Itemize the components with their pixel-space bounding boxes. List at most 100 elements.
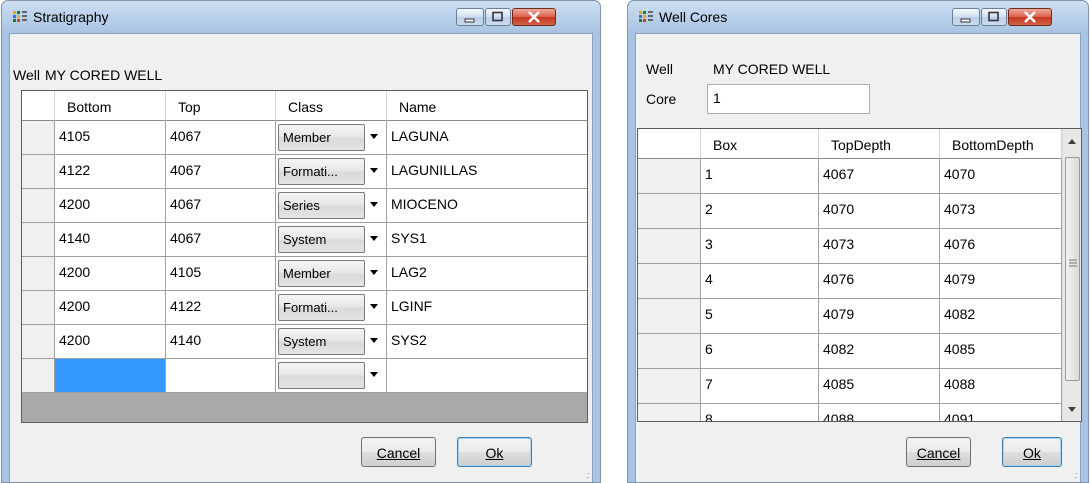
column-header-box[interactable]: Box <box>701 129 819 159</box>
class-dropdown[interactable]: Member <box>278 260 365 287</box>
row-header[interactable] <box>638 404 701 421</box>
table-row[interactable]: 4122 4067 Formati... LAGUNILLAS <box>22 155 587 189</box>
class-dropdown[interactable]: Formati... <box>278 294 365 321</box>
bottom-cell[interactable]: 4200 <box>55 189 166 223</box>
minimize-button[interactable] <box>456 8 484 26</box>
name-cell[interactable]: SYS1 <box>387 223 587 257</box>
table-row[interactable]: 8 4088 4091 <box>638 404 1062 421</box>
topdepth-cell[interactable]: 4079 <box>819 299 940 334</box>
chevron-down-icon[interactable] <box>366 336 382 346</box>
row-header[interactable] <box>638 264 701 299</box>
row-header[interactable] <box>638 299 701 334</box>
topdepth-cell[interactable]: 4076 <box>819 264 940 299</box>
class-dropdown[interactable]: Series <box>278 192 365 219</box>
name-cell[interactable]: MIOCENO <box>387 189 587 223</box>
column-header-bottomdepth[interactable]: BottomDepth <box>940 129 1062 159</box>
topdepth-cell[interactable]: 4082 <box>819 334 940 369</box>
name-cell[interactable]: LAG2 <box>387 257 587 291</box>
topdepth-cell[interactable]: 4088 <box>819 404 940 421</box>
minimize-button[interactable] <box>952 8 980 26</box>
table-row[interactable]: 1 4067 4070 <box>638 159 1062 194</box>
topdepth-cell[interactable]: 4070 <box>819 194 940 229</box>
top-cell[interactable]: 4067 <box>166 189 276 223</box>
bottomdepth-cell[interactable]: 4082 <box>940 299 1062 334</box>
row-header[interactable] <box>22 189 55 223</box>
ok-button[interactable]: Ok <box>457 437 532 467</box>
column-header-class[interactable]: Class <box>276 91 387 121</box>
bottomdepth-cell[interactable]: 4091 <box>940 404 1062 421</box>
row-header[interactable] <box>638 229 701 264</box>
maximize-button[interactable] <box>981 8 1007 26</box>
bottom-cell[interactable]: 4122 <box>55 155 166 189</box>
table-row[interactable]: 4200 4140 System SYS2 <box>22 325 587 359</box>
table-row[interactable]: 2 4070 4073 <box>638 194 1062 229</box>
chevron-down-icon[interactable] <box>366 370 382 380</box>
chevron-down-icon[interactable] <box>366 132 382 142</box>
chevron-down-icon[interactable] <box>366 200 382 210</box>
name-cell[interactable]: SYS2 <box>387 325 587 359</box>
resize-grip[interactable]: .: <box>1074 470 1078 480</box>
box-cell[interactable]: 4 <box>701 264 819 299</box>
bottom-cell[interactable]: 4200 <box>55 325 166 359</box>
bottomdepth-cell[interactable]: 4088 <box>940 369 1062 404</box>
name-cell[interactable]: LAGUNA <box>387 121 587 155</box>
table-row[interactable]: 6 4082 4085 <box>638 334 1062 369</box>
class-dropdown[interactable]: Formati... <box>278 158 365 185</box>
box-cell[interactable]: 2 <box>701 194 819 229</box>
box-cell[interactable]: 6 <box>701 334 819 369</box>
bottomdepth-cell[interactable]: 4076 <box>940 229 1062 264</box>
box-cell[interactable]: 8 <box>701 404 819 421</box>
box-cell[interactable]: 7 <box>701 369 819 404</box>
bottom-cell[interactable]: 4140 <box>55 223 166 257</box>
ok-button[interactable]: Ok <box>1002 437 1062 467</box>
row-header[interactable] <box>22 155 55 189</box>
class-dropdown[interactable]: System <box>278 226 365 253</box>
chevron-down-icon[interactable] <box>366 166 382 176</box>
row-header[interactable] <box>638 369 701 404</box>
chevron-down-icon[interactable] <box>366 234 382 244</box>
row-header[interactable] <box>22 291 55 325</box>
close-button[interactable] <box>1008 8 1052 26</box>
table-row[interactable]: 7 4085 4088 <box>638 369 1062 404</box>
table-row[interactable]: 4140 4067 System SYS1 <box>22 223 587 257</box>
bottomdepth-cell[interactable]: 4085 <box>940 334 1062 369</box>
bottom-cell-selected[interactable] <box>55 359 166 393</box>
table-row[interactable]: 4 4076 4079 <box>638 264 1062 299</box>
row-header[interactable] <box>22 121 55 155</box>
cancel-button[interactable]: Cancel <box>906 437 971 467</box>
top-cell[interactable]: 4140 <box>166 325 276 359</box>
title-bar[interactable]: Stratigraphy <box>2 1 600 33</box>
new-row[interactable] <box>22 359 587 393</box>
box-cell[interactable]: 5 <box>701 299 819 334</box>
column-header-bottom[interactable]: Bottom <box>55 91 166 121</box>
bottom-cell[interactable]: 4200 <box>55 257 166 291</box>
scrollbar-thumb[interactable] <box>1065 157 1080 381</box>
table-row[interactable]: 3 4073 4076 <box>638 229 1062 264</box>
bottom-cell[interactable]: 4105 <box>55 121 166 155</box>
row-header[interactable] <box>22 325 55 359</box>
row-header[interactable] <box>638 334 701 369</box>
top-cell[interactable]: 4105 <box>166 257 276 291</box>
stratigraphy-grid[interactable]: Bottom Top Class Name 4105 4067 Member L… <box>21 90 588 423</box>
name-cell[interactable]: LGINF <box>387 291 587 325</box>
chevron-down-icon[interactable] <box>366 302 382 312</box>
box-cell[interactable]: 3 <box>701 229 819 264</box>
bottomdepth-cell[interactable]: 4070 <box>940 159 1062 194</box>
resize-grip[interactable]: .: <box>586 470 590 480</box>
topdepth-cell[interactable]: 4073 <box>819 229 940 264</box>
well-cores-grid[interactable]: Box TopDepth BottomDepth 1 4067 4070 2 4… <box>637 128 1082 422</box>
class-dropdown[interactable]: System <box>278 328 365 355</box>
table-row[interactable]: 4200 4122 Formati... LGINF <box>22 291 587 325</box>
box-cell[interactable]: 1 <box>701 159 819 194</box>
bottomdepth-cell[interactable]: 4073 <box>940 194 1062 229</box>
table-row[interactable]: 4200 4105 Member LAG2 <box>22 257 587 291</box>
core-field[interactable]: 1 <box>707 84 870 114</box>
scroll-down-icon[interactable] <box>1067 405 1077 413</box>
top-cell[interactable] <box>166 359 276 393</box>
vertical-scrollbar[interactable] <box>1062 129 1081 421</box>
close-button[interactable] <box>512 8 556 26</box>
row-header[interactable] <box>638 159 701 194</box>
class-dropdown[interactable]: Member <box>278 124 365 151</box>
topdepth-cell[interactable]: 4067 <box>819 159 940 194</box>
class-dropdown[interactable] <box>278 362 365 389</box>
